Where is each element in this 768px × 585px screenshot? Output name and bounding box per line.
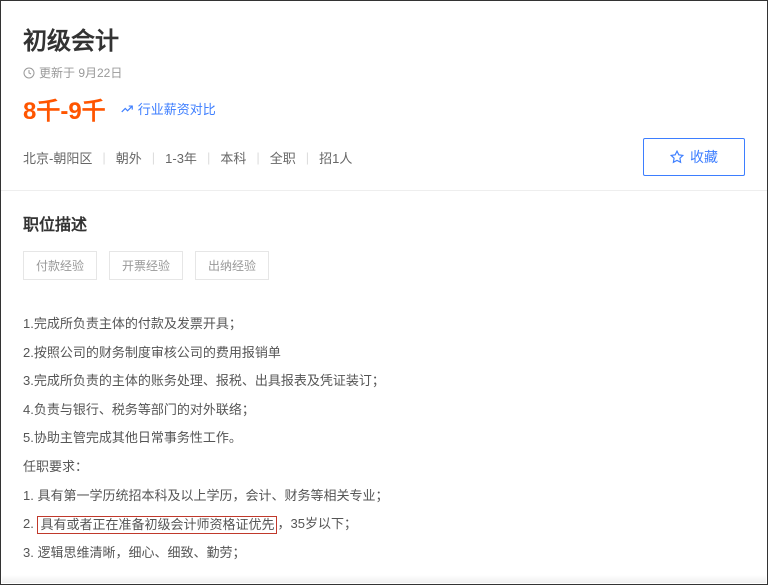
req-line: 2. 具有或者正在准备初级会计师资格证优先，35岁以下；: [23, 510, 745, 539]
updated-text: 更新于 9月22日: [39, 64, 122, 81]
meta-jobtype: 全职: [270, 148, 296, 167]
star-icon: [670, 150, 684, 164]
meta-area: 朝外: [116, 148, 142, 167]
meta-location: 北京-朝阳区: [23, 148, 92, 167]
clock-icon: [23, 67, 35, 79]
salary-range: 8千-9千: [23, 91, 106, 126]
req-line-suffix: ，35岁以下；: [277, 516, 356, 531]
requirements-heading: 任职要求：: [23, 453, 745, 482]
desc-line: 2.按照公司的财务制度审核公司的费用报销单: [23, 339, 745, 368]
req-line: 1. 具有第一学历统招本科及以上学历，会计、财务等相关专业；: [23, 482, 745, 511]
req-line: 3. 逻辑思维清晰，细心、细致、勤劳；: [23, 539, 745, 568]
skill-tag-list: 付款经验 开票经验 出纳经验: [23, 251, 745, 280]
skill-tag: 出纳经验: [195, 251, 269, 280]
meta-education: 本科: [220, 148, 246, 167]
updated-at: 更新于 9月22日: [23, 64, 745, 81]
desc-line: 4.负责与银行、税务等部门的对外联络；: [23, 396, 745, 425]
desc-line: 5.协助主管完成其他日常事务性工作。: [23, 424, 745, 453]
favorite-label: 收藏: [690, 147, 718, 167]
desc-line: 1.完成所负责主体的付款及发票开具；: [23, 310, 745, 339]
chart-icon: [120, 102, 134, 116]
meta-experience: 1-3年: [165, 148, 197, 167]
job-title: 初级会计: [23, 21, 745, 56]
req-highlight: 具有或者正在准备初级会计师资格证优先: [37, 516, 277, 534]
req-line-prefix: 2.: [23, 516, 37, 531]
meta-tags: 北京-朝阳区| 朝外| 1-3年| 本科| 全职| 招1人: [23, 148, 352, 167]
desc-line: 3.完成所负责的主体的账务处理、报税、出具报表及凭证装订；: [23, 367, 745, 396]
skill-tag: 付款经验: [23, 251, 97, 280]
salary-compare-link[interactable]: 行业薪资对比: [120, 99, 216, 118]
favorite-button[interactable]: 收藏: [643, 138, 745, 176]
salary-compare-label: 行业薪资对比: [138, 99, 216, 118]
skill-tag: 开票经验: [109, 251, 183, 280]
description-heading: 职位描述: [23, 211, 745, 235]
meta-headcount: 招1人: [319, 148, 352, 167]
bottom-shadow: [2, 575, 766, 583]
